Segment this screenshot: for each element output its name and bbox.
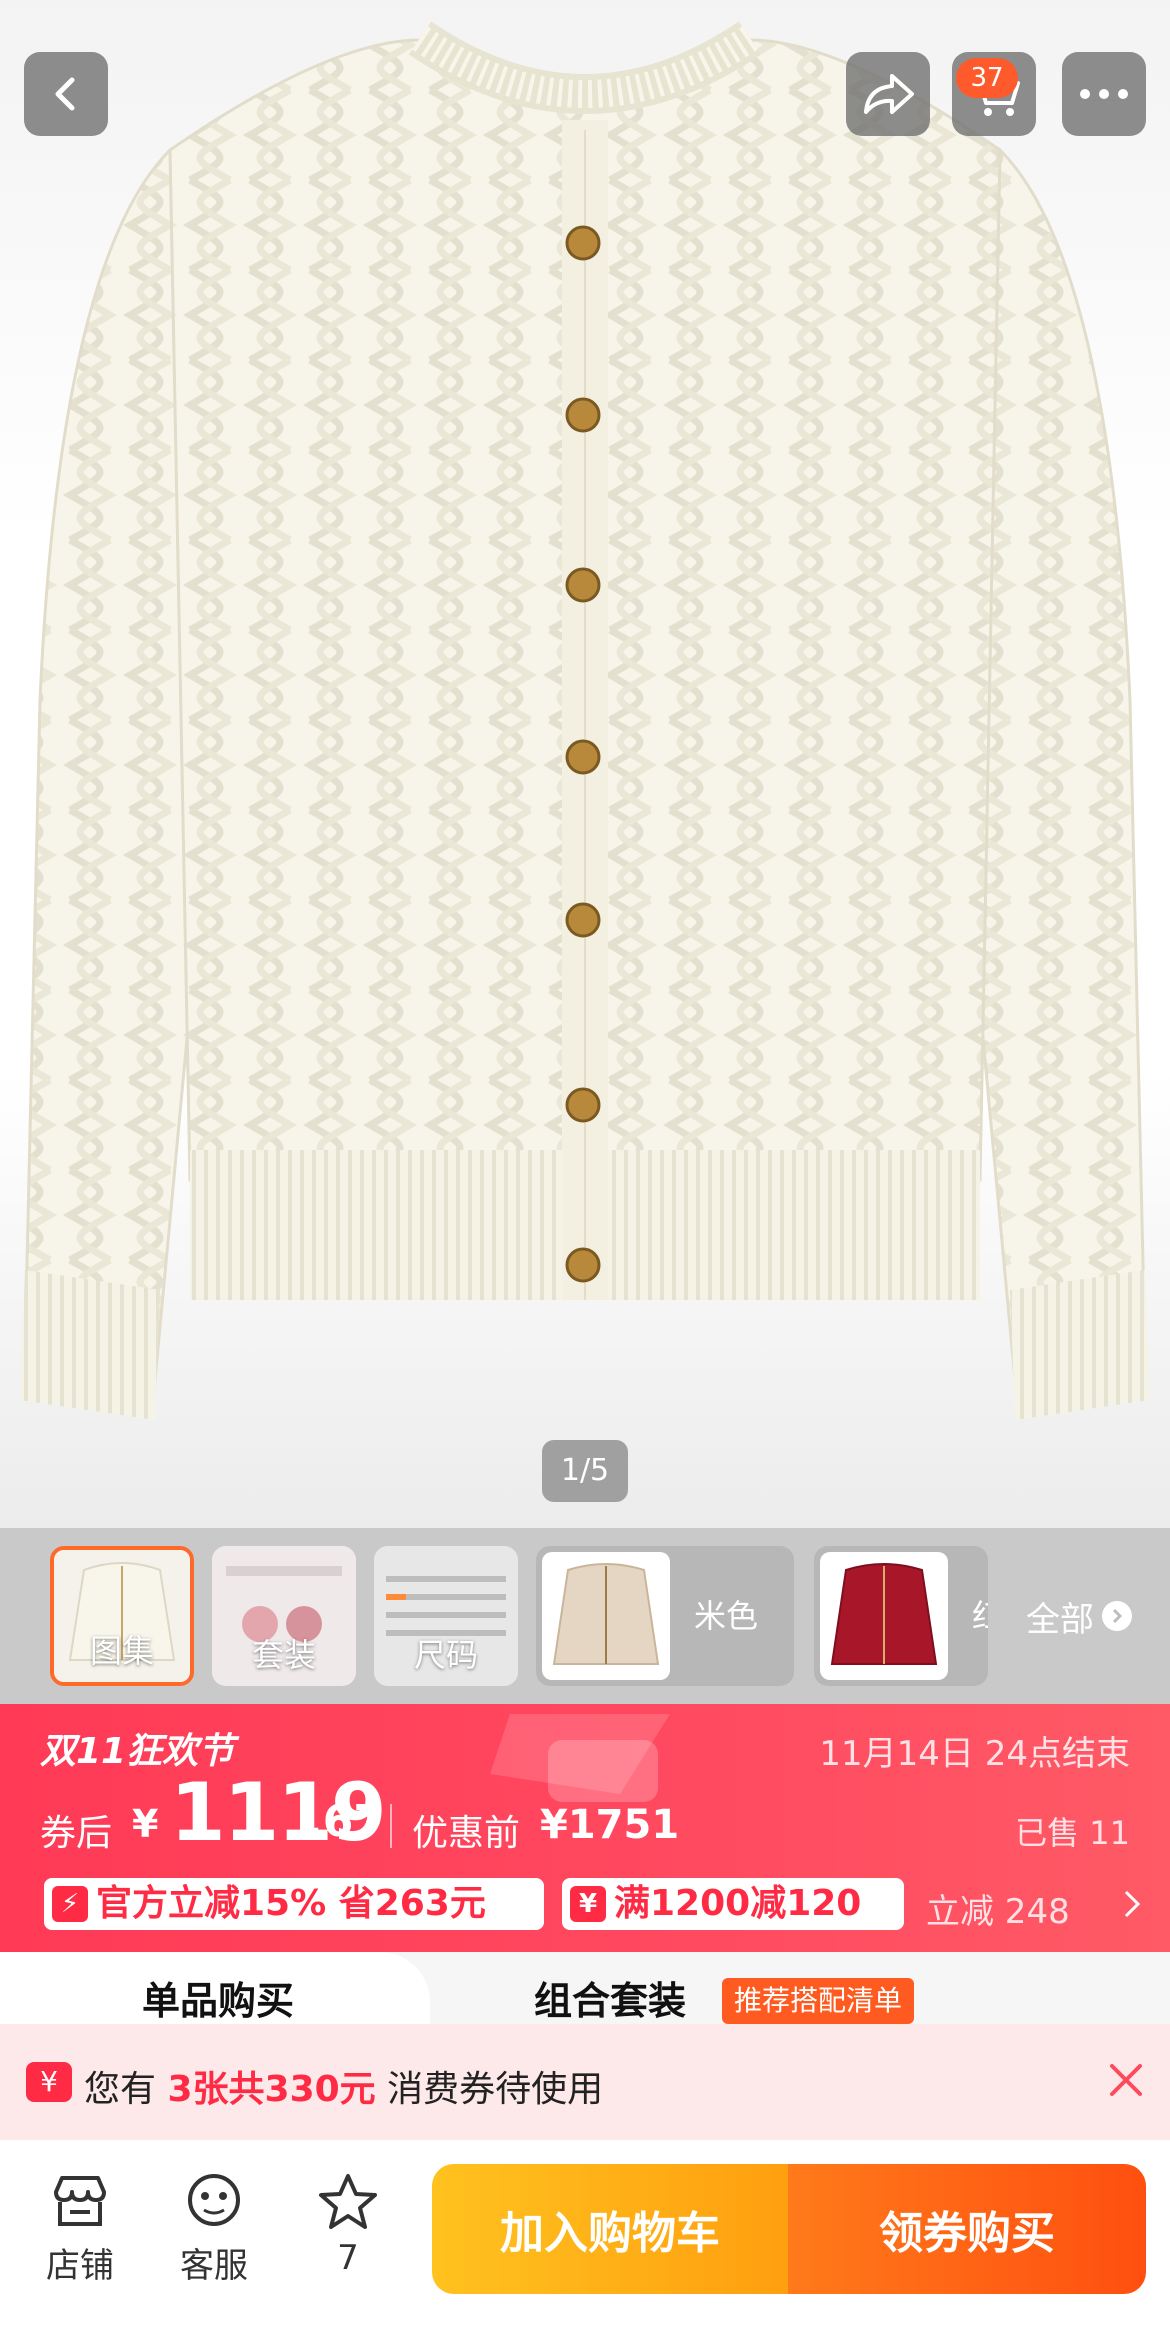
thumb-gallery[interactable]: 图集	[50, 1546, 194, 1686]
coupon-price-cents: .67	[306, 1796, 384, 1847]
chat-icon	[188, 2174, 240, 2226]
claim-coupon-buy-button[interactable]: 领券购买	[788, 2164, 1146, 2294]
more-dots-icon	[1080, 89, 1128, 99]
thumb-label: 图集	[89, 1632, 154, 1670]
chevron-left-icon	[55, 77, 75, 111]
coupon-icon: ¥	[26, 2062, 72, 2102]
notice-prefix: 您有	[84, 2069, 157, 2110]
notice-suffix: 消费券待使用	[387, 2069, 604, 2110]
promo-end-time: 11月14日 24点结束	[819, 1734, 1130, 1774]
back-button[interactable]	[24, 52, 108, 136]
share-button[interactable]	[846, 52, 930, 136]
threshold-discount-text: 满1200减120	[614, 1883, 862, 1924]
red-cardigan-image	[820, 1552, 948, 1680]
after-coupon-label: 券后	[40, 1813, 113, 1854]
sold-count: 已售 11	[1015, 1814, 1130, 1852]
favorite-count: 7	[337, 2238, 359, 2278]
color-name: 米色	[694, 1597, 759, 1635]
more-button[interactable]	[1062, 52, 1146, 136]
cart-count-badge: 37	[956, 58, 1018, 98]
instant-discount-text[interactable]: 立减 248	[926, 1884, 1070, 1933]
favorite-button[interactable]: 7	[298, 2172, 398, 2278]
store-label: 店铺	[46, 2246, 114, 2286]
product-detail-page: 37 1/5 图集 套装 尺码 米色 全部 双11狂欢节 11月14日 24点结…	[0, 0, 1170, 2348]
divider	[390, 1804, 392, 1848]
coupon-notice-bar[interactable]: ¥ 您有 3张共330元 消费券待使用	[0, 2024, 1170, 2140]
thumbnail-strip: 图集 套装 尺码 米色 全部	[0, 1528, 1170, 1704]
color-name: 红	[972, 1546, 988, 1686]
store-icon	[54, 2176, 106, 2226]
purchase-mode-tabs: 单品购买 组合套装 推荐搭配清单	[0, 1952, 1170, 2032]
tab-single-purchase[interactable]: 单品购买	[0, 1952, 430, 2032]
image-pager: 1/5	[542, 1440, 628, 1502]
view-all-label: 全部	[1026, 1599, 1094, 1640]
view-all-button[interactable]: 全部	[988, 1546, 1170, 1686]
tab-combo-set[interactable]: 组合套装	[534, 1970, 686, 2025]
coupon-icon: ¥	[570, 1886, 606, 1922]
chevron-right-icon[interactable]	[1122, 1888, 1142, 1920]
share-icon	[864, 74, 914, 114]
price-promo-banner: 双11狂欢节 11月14日 24点结束 券后 ¥ 1119 .67 优惠前 ¥1…	[0, 1704, 1170, 1952]
thumb-set[interactable]: 套装	[212, 1546, 356, 1686]
color-option-beige[interactable]: 米色	[536, 1546, 794, 1686]
bottom-action-bar: 店铺 客服 7 加入购物车 领券购买	[0, 2140, 1170, 2348]
original-price: ¥1751	[540, 1802, 680, 1848]
cardigan-illustration	[20, 21, 1150, 1420]
star-icon	[319, 2174, 377, 2229]
add-to-cart-button[interactable]: 加入购物车	[432, 2164, 788, 2294]
thumb-label: 尺码	[413, 1636, 478, 1674]
thumb-label: 套装	[251, 1636, 316, 1674]
lightning-icon: ⚡	[52, 1886, 88, 1922]
tab-single-label: 单品购买	[142, 1979, 295, 2023]
beige-cardigan-image	[542, 1552, 670, 1680]
threshold-discount-tag[interactable]: ¥ 满1200减120	[562, 1878, 904, 1930]
color-option-red[interactable]: 红	[814, 1546, 988, 1686]
chevron-right-icon	[1102, 1601, 1132, 1631]
customer-service-button[interactable]: 客服	[164, 2172, 264, 2287]
before-discount-label: 优惠前	[412, 1813, 521, 1854]
thumb-size[interactable]: 尺码	[374, 1546, 518, 1686]
product-main-image[interactable]: 37 1/5	[0, 0, 1170, 1528]
official-discount-text: 官方立减15% 省263元	[96, 1883, 486, 1924]
coupon-notice-text: 您有 3张共330元 消费券待使用	[84, 2060, 603, 2112]
currency-symbol: ¥	[132, 1802, 159, 1846]
notice-highlight: 3张共330元	[167, 2069, 376, 2110]
recommend-badge[interactable]: 推荐搭配清单	[722, 1978, 915, 2024]
official-discount-tag[interactable]: ⚡ 官方立减15% 省263元	[44, 1878, 544, 1930]
service-label: 客服	[180, 2246, 248, 2286]
store-button[interactable]: 店铺	[30, 2172, 130, 2287]
close-icon[interactable]	[1104, 2058, 1148, 2102]
